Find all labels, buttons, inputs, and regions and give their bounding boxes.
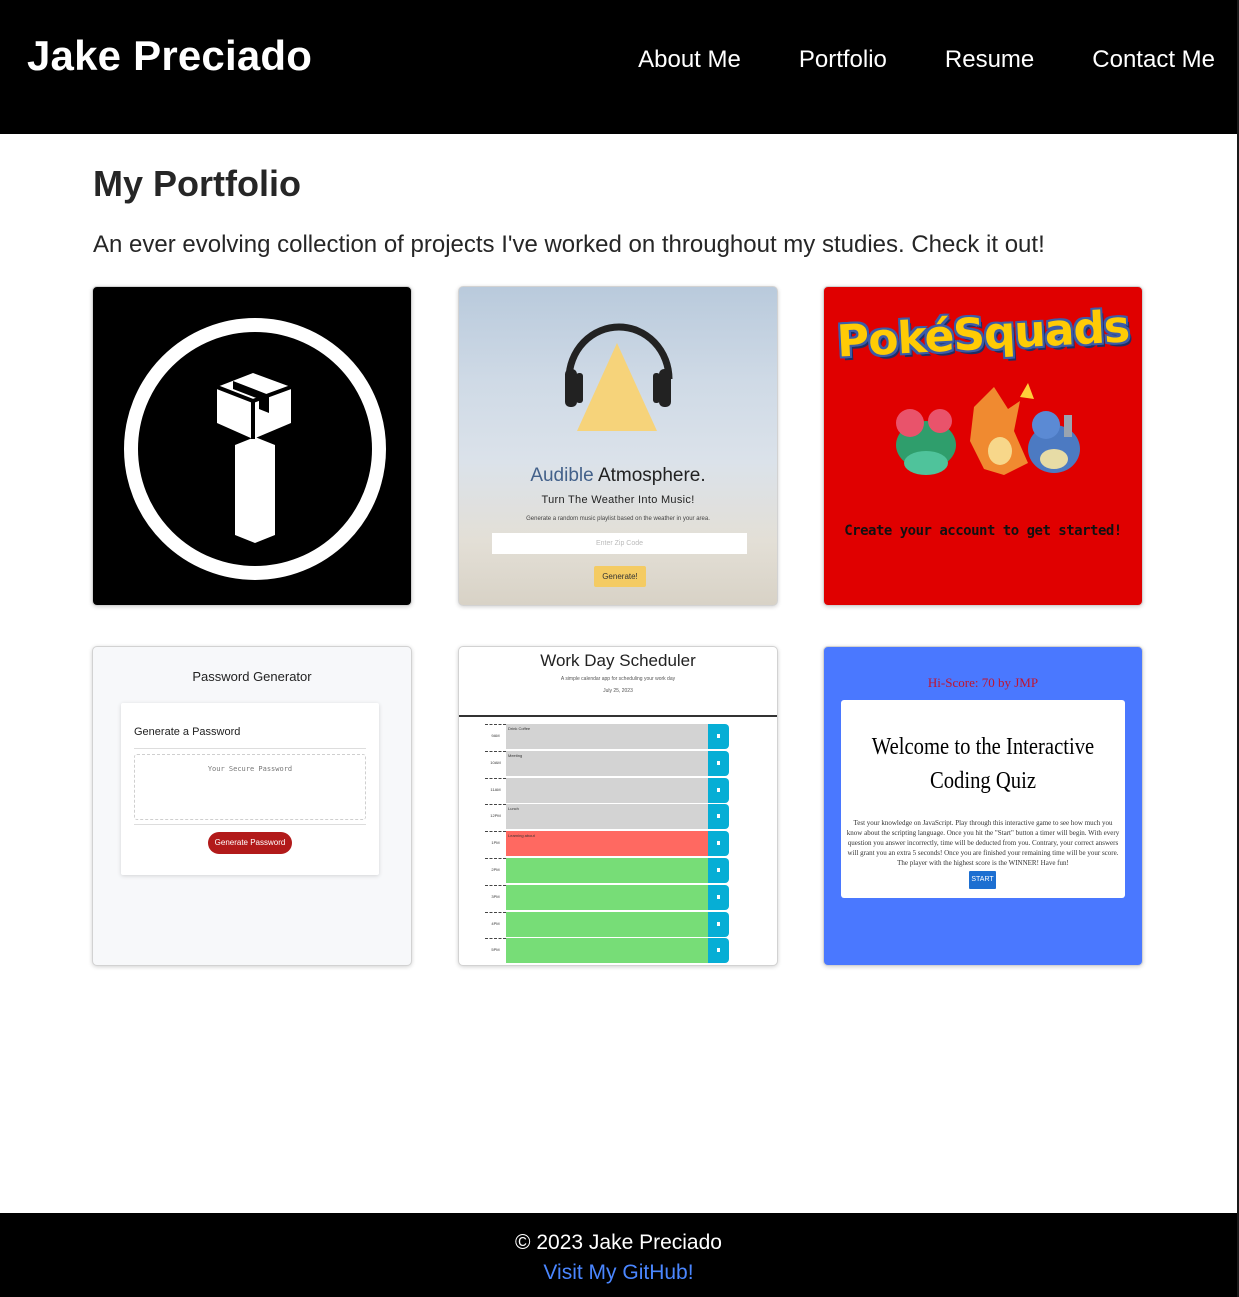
- save-icon: [708, 884, 729, 910]
- inventory-logo-icon: [124, 318, 386, 580]
- copyright-text: © 2023 Jake Preciado: [515, 1231, 722, 1254]
- scheduler-hour: 2PM: [485, 858, 506, 883]
- scheduler-hour: 4PM: [485, 911, 506, 937]
- scheduler-entry: [506, 911, 708, 937]
- save-icon: [708, 858, 729, 883]
- main-nav: About Me Portfolio Resume Contact Me: [638, 46, 1215, 74]
- scheduler-hour: 9AM: [485, 724, 506, 749]
- password-generator-title: Password Generator: [192, 669, 312, 684]
- audible-title-word2: Atmosphere.: [597, 465, 706, 486]
- scheduler-row: 5PM: [485, 937, 729, 964]
- scheduler-row: 1PM Learning about: [485, 830, 729, 857]
- nav-contact-me[interactable]: Contact Me: [1092, 46, 1215, 74]
- zip-code-input: Enter Zip Code: [492, 533, 747, 554]
- headphones-logo-icon: [565, 323, 673, 431]
- generate-password-button: Generate Password: [208, 832, 292, 854]
- generate-button: Generate!: [594, 566, 646, 587]
- password-panel-heading: Generate a Password: [134, 726, 241, 738]
- project-card-work-day-scheduler[interactable]: Work Day Scheduler A simple calendar app…: [458, 646, 778, 966]
- save-icon: [708, 911, 729, 937]
- scheduler-entry: [506, 884, 708, 910]
- scheduler-row: 9AM Drink Coffee: [485, 723, 729, 749]
- password-panel: Generate a Password Your Secure Password…: [121, 703, 379, 875]
- audible-title: Audible Atmosphere.: [459, 465, 777, 487]
- quiz-description: Test your knowledge on JavaScript. Play …: [846, 819, 1120, 867]
- scheduler-title: Work Day Scheduler: [540, 651, 696, 670]
- quiz-title: Welcome to the Interactive Coding Quiz: [871, 734, 1095, 794]
- scheduler-row: 2PM: [485, 857, 729, 883]
- nav-portfolio[interactable]: Portfolio: [799, 46, 887, 74]
- scheduler-entry: [506, 777, 708, 803]
- site-footer: © 2023 Jake Preciado Visit My GitHub!: [0, 1213, 1237, 1297]
- save-icon: [708, 750, 729, 776]
- scheduler-row: 12PM Lunch: [485, 803, 729, 830]
- project-card-password-generator[interactable]: Password Generator Generate a Password Y…: [92, 646, 412, 966]
- project-card-inventory[interactable]: [92, 286, 412, 606]
- project-card-coding-quiz[interactable]: Hi-Score: 70 by JMP Welcome to the Inter…: [823, 646, 1143, 966]
- quiz-panel: Welcome to the Interactive Coding Quiz T…: [841, 700, 1125, 898]
- project-card-pokesquads[interactable]: PokéSquads Create your account to get st…: [823, 286, 1143, 606]
- scheduler-hour: 1PM: [485, 831, 506, 857]
- scheduler-divider: [459, 715, 777, 717]
- scheduler-hour: 5PM: [485, 938, 506, 964]
- scheduler-row: 4PM: [485, 910, 729, 937]
- save-icon: [708, 724, 729, 749]
- pokemon-group-icon: [896, 383, 1080, 475]
- scheduler-row: 11AM: [485, 776, 729, 803]
- password-output: Your Secure Password: [134, 754, 366, 820]
- audible-title-word1: Audible: [530, 465, 594, 486]
- scheduler-hour: 12PM: [485, 804, 506, 830]
- quiz-start-button: START: [969, 871, 996, 889]
- scheduler-hour: 10AM: [485, 750, 506, 776]
- scheduler-row: 3PM: [485, 883, 729, 910]
- nav-resume[interactable]: Resume: [945, 46, 1034, 74]
- project-card-audible-atmosphere[interactable]: Audible Atmosphere. Turn The Weather Int…: [458, 286, 778, 606]
- scheduler-entry: [506, 938, 708, 964]
- audible-subtitle: Turn The Weather Into Music!: [541, 494, 695, 506]
- save-icon: [708, 804, 729, 830]
- page-title: My Portfolio: [93, 163, 301, 204]
- quiz-hiscore: Hi-Score: 70 by JMP: [927, 675, 1039, 690]
- divider: [134, 824, 366, 825]
- scheduler-entry: Drink Coffee: [506, 724, 708, 749]
- divider: [134, 748, 366, 749]
- scheduler-hour: 3PM: [485, 884, 506, 910]
- nav-about-me[interactable]: About Me: [638, 46, 741, 74]
- pokesquads-cta: Create your account to get started!: [844, 523, 1122, 539]
- scheduler-hour: 11AM: [485, 777, 506, 803]
- save-icon: [708, 831, 729, 857]
- scheduler-entry: [506, 858, 708, 883]
- page-intro: An ever evolving collection of projects …: [93, 231, 1045, 258]
- scheduler-subtitle: A simple calendar app for scheduling you…: [560, 676, 676, 682]
- scheduler-entry: Meeting: [506, 750, 708, 776]
- save-icon: [708, 938, 729, 964]
- pokesquads-logo: PokéSquads: [835, 301, 1131, 368]
- scheduler-entry: Learning about: [506, 831, 708, 857]
- site-brand[interactable]: Jake Preciado: [27, 32, 312, 80]
- audible-description: Generate a random music playlist based o…: [526, 516, 710, 522]
- site-header: Jake Preciado About Me Portfolio Resume …: [0, 0, 1237, 134]
- github-link[interactable]: Visit My GitHub!: [0, 1261, 1237, 1285]
- save-icon: [708, 777, 729, 803]
- scheduler-row: 10AM Meeting: [485, 749, 729, 776]
- scheduler-entry: Lunch: [506, 804, 708, 830]
- scheduler-date: July 25, 2023: [603, 688, 633, 694]
